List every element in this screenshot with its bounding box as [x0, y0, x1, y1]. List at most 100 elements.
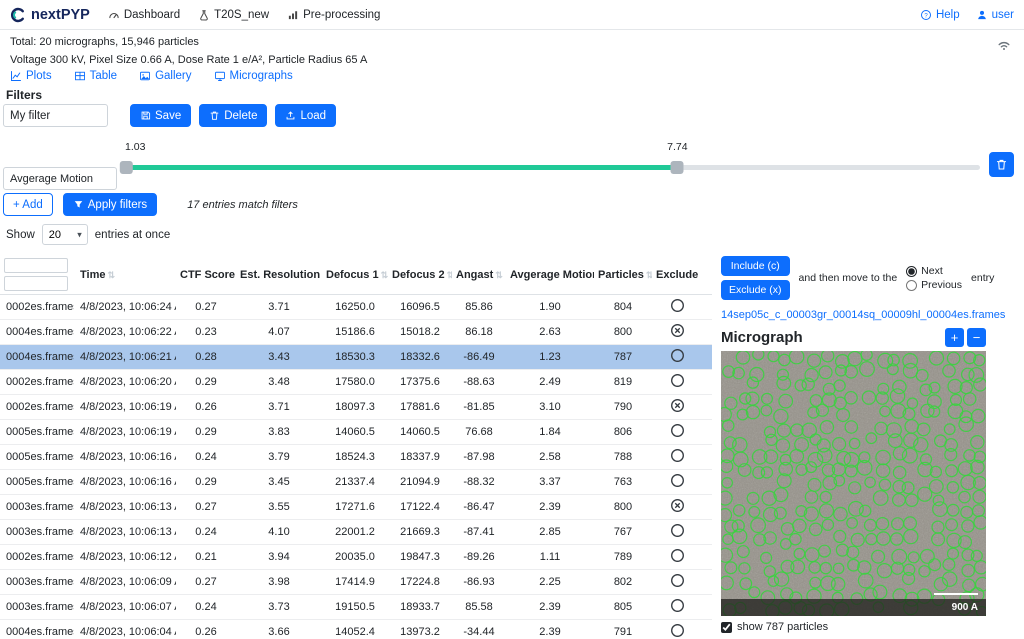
table-row[interactable]: 0005es.frames 4/8/2023, 10:06:19 AM 0.29…	[0, 420, 712, 445]
show-particles-checkbox[interactable]	[721, 622, 732, 633]
nav-dashboard[interactable]: Dashboard	[108, 9, 180, 21]
exclude-toggle[interactable]	[670, 373, 685, 388]
brand[interactable]: nextPYP	[10, 7, 90, 23]
user-menu[interactable]: user	[976, 9, 1014, 21]
exclude-toggle[interactable]	[670, 448, 685, 463]
column-filter-input-2[interactable]	[4, 276, 68, 291]
delete-filter-label: Delete	[224, 110, 257, 122]
header-time[interactable]: Time⇅	[74, 269, 176, 281]
save-filter-label: Save	[155, 110, 181, 122]
apply-filters-button[interactable]: Apply filters	[63, 193, 157, 216]
filter-name-input[interactable]	[3, 104, 108, 127]
nav-block-preprocessing[interactable]: Pre-processing	[287, 9, 380, 21]
row-name: 0005es.frames	[0, 426, 74, 438]
exclude-toggle[interactable]	[670, 598, 685, 613]
row-particles: 791	[594, 626, 652, 638]
brand-logo-icon	[10, 7, 26, 23]
exclude-toggle[interactable]	[670, 323, 685, 338]
table-row[interactable]: 0003es.frames 4/8/2023, 10:06:13 AM 0.27…	[0, 495, 712, 520]
header-defocus-1[interactable]: Defocus 1⇅	[322, 269, 388, 281]
nav-project[interactable]: T20S_new	[198, 9, 269, 21]
row-defocus-1: 18097.3	[322, 401, 388, 413]
exclude-toggle[interactable]	[670, 623, 685, 638]
row-ctf-score: 0.26	[176, 626, 236, 638]
column-filter-input-1[interactable]	[4, 258, 68, 273]
table-row[interactable]: 0005es.frames 4/8/2023, 10:06:16 AM 0.24…	[0, 445, 712, 470]
micrograph-filename-link[interactable]: 14sep05c_c_00003gr_00014sq_00009hl_00004…	[721, 309, 1016, 321]
include-button[interactable]: Include (c)	[721, 256, 790, 276]
header-defocus-2[interactable]: Defocus 2⇅	[388, 269, 452, 281]
exclude-toggle[interactable]	[670, 473, 685, 488]
help-link[interactable]: ? Help	[920, 9, 960, 21]
speedometer-icon	[108, 9, 120, 21]
table-row[interactable]: 0002es.frames 4/8/2023, 10:06:24 AM 0.27…	[0, 295, 712, 320]
filter-match-text: 17 entries match filters	[187, 199, 298, 211]
name-column-header	[0, 256, 74, 293]
table-row[interactable]: 0005es.frames 4/8/2023, 10:06:16 AM 0.29…	[0, 470, 712, 495]
header-angast[interactable]: Angast⇅	[452, 269, 506, 281]
show-particles-toggle[interactable]: show 787 particles	[721, 621, 1016, 633]
row-ctf-score: 0.21	[176, 551, 236, 563]
previous-radio-option[interactable]: Previous	[906, 279, 962, 291]
exclude-toggle[interactable]	[670, 548, 685, 563]
next-radio[interactable]	[906, 266, 917, 277]
table-row[interactable]: 0003es.frames 4/8/2023, 10:06:07 AM 0.24…	[0, 595, 712, 620]
row-est-resolution: 3.66	[236, 626, 322, 638]
slider-handle-min[interactable]	[120, 161, 133, 174]
tab-gallery[interactable]: Gallery	[139, 70, 191, 82]
exclude-toggle[interactable]	[670, 398, 685, 413]
stream-status-icon[interactable]	[996, 36, 1012, 52]
table-row[interactable]: 0003es.frames 4/8/2023, 10:06:09 AM 0.27…	[0, 570, 712, 595]
row-defocus-2: 16096.5	[388, 301, 452, 313]
tab-plots[interactable]: Plots	[10, 70, 52, 82]
row-defocus-1: 17580.0	[322, 376, 388, 388]
row-est-resolution: 3.71	[236, 301, 322, 313]
row-average-motion: 2.49	[506, 376, 594, 388]
micrograph-image[interactable]: 900 A	[721, 351, 986, 616]
page-size-select[interactable]: 20	[42, 224, 88, 245]
sort-caret-icon: ⇅	[495, 270, 503, 280]
exclude-toggle[interactable]	[670, 298, 685, 313]
load-filter-button[interactable]: Load	[275, 104, 336, 127]
header-particles[interactable]: Particles⇅	[594, 269, 652, 281]
exclude-toggle[interactable]	[670, 348, 685, 363]
tab-table[interactable]: Table	[74, 70, 118, 82]
zoom-out-button[interactable]: −	[967, 328, 986, 347]
row-defocus-1: 20035.0	[322, 551, 388, 563]
exclude-toggle[interactable]	[670, 573, 685, 588]
row-name: 0003es.frames	[0, 501, 74, 513]
exclude-button[interactable]: Exclude (x)	[721, 280, 790, 300]
slider-handle-max[interactable]	[671, 161, 684, 174]
table-row[interactable]: 0002es.frames 4/8/2023, 10:06:19 AM 0.26…	[0, 395, 712, 420]
row-time: 4/8/2023, 10:06:21 AM	[74, 351, 176, 363]
brand-text: nextPYP	[31, 7, 90, 23]
header-ctf-score[interactable]: CTF Score⇅	[176, 269, 236, 281]
header-est-resolution[interactable]: Est. Resolution⇅	[236, 269, 322, 281]
exclude-toggle[interactable]	[670, 523, 685, 538]
table-row[interactable]: 0002es.frames 4/8/2023, 10:06:20 AM 0.29…	[0, 370, 712, 395]
apply-filters-label: Apply filters	[88, 199, 147, 211]
table-row[interactable]: 0002es.frames 4/8/2023, 10:06:12 AM 0.21…	[0, 545, 712, 570]
user-label: user	[992, 9, 1014, 21]
row-ctf-score: 0.26	[176, 401, 236, 413]
header-average-motion[interactable]: Avgerage Motion⇅	[506, 269, 594, 281]
next-radio-option[interactable]: Next	[906, 265, 962, 277]
micrograph-canvas	[721, 351, 986, 616]
exclude-toggle[interactable]	[670, 423, 685, 438]
remove-filter-rule-button[interactable]	[989, 152, 1014, 177]
metric-select[interactable]: Avgerage Motion	[3, 167, 117, 190]
tab-micrographs[interactable]: Micrographs	[214, 70, 293, 82]
exclude-toggle[interactable]	[670, 498, 685, 513]
row-est-resolution: 3.43	[236, 351, 322, 363]
add-filter-rule-button[interactable]: + Add	[3, 193, 53, 216]
table-row[interactable]: 0004es.frames 4/8/2023, 10:06:04 AM 0.26…	[0, 620, 712, 639]
delete-filter-button[interactable]: Delete	[199, 104, 267, 127]
table-row[interactable]: 0004es.frames 4/8/2023, 10:06:21 AM 0.28…	[0, 345, 712, 370]
table-row[interactable]: 0003es.frames 4/8/2023, 10:06:13 AM 0.24…	[0, 520, 712, 545]
previous-radio[interactable]	[906, 280, 917, 291]
top-navbar: nextPYP Dashboard T20S_new Pre-processin…	[0, 0, 1024, 30]
row-name: 0005es.frames	[0, 451, 74, 463]
save-filter-button[interactable]: Save	[130, 104, 191, 127]
zoom-in-button[interactable]: +	[945, 328, 964, 347]
table-row[interactable]: 0004es.frames 4/8/2023, 10:06:22 AM 0.23…	[0, 320, 712, 345]
